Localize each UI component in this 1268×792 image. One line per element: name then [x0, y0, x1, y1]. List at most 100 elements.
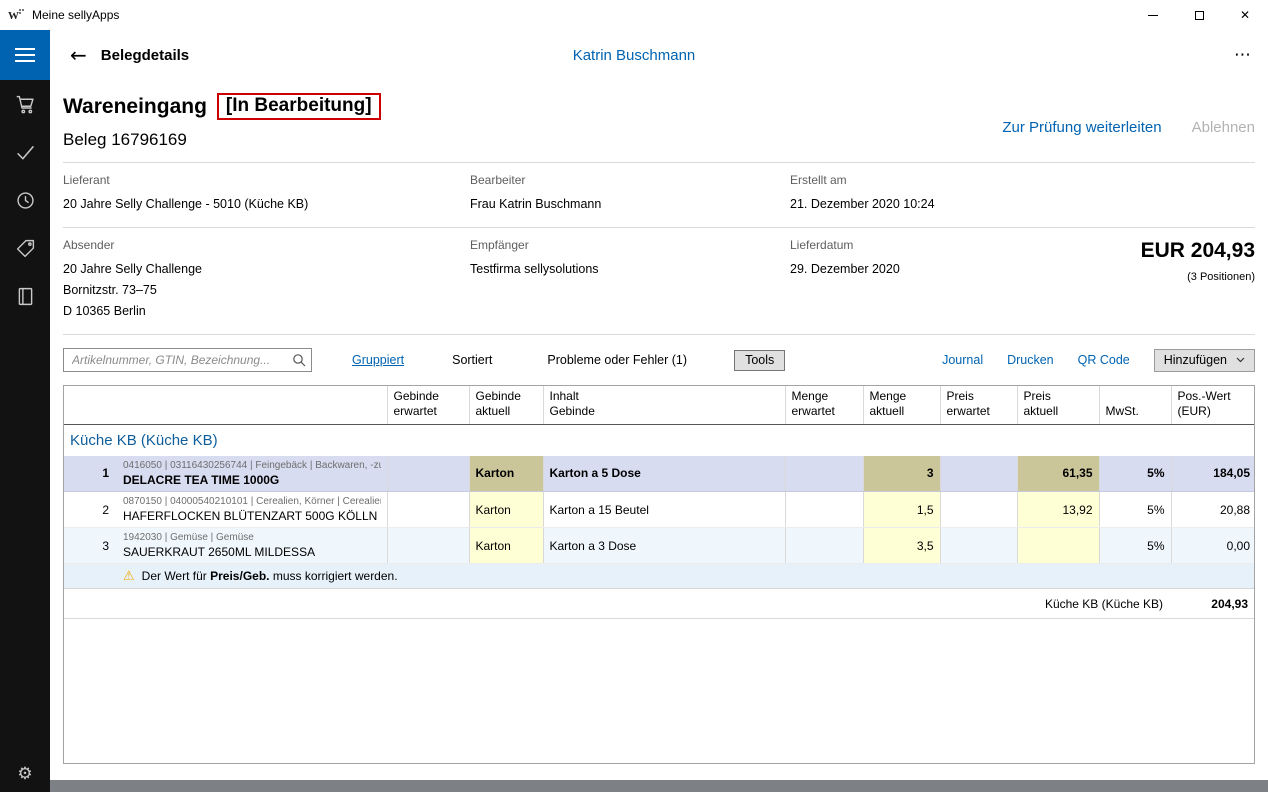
bearbeiter-value: Frau Katrin Buschmann — [470, 194, 790, 215]
group-header-row: Küche KB (Küche KB) — [64, 425, 1255, 456]
reject-button[interactable]: Ablehnen — [1192, 119, 1255, 150]
cell-inhalt-gebinde: Karton a 5 Dose — [543, 456, 785, 492]
empfaenger-value: Testfirma sellysolutions — [470, 259, 790, 280]
cell-mwst: 5% — [1099, 528, 1171, 564]
items-table-frame: Gebindeerwartet Gebindeaktuell InhaltGeb… — [63, 385, 1255, 764]
col-preis-aktuell: Preisaktuell — [1017, 386, 1099, 425]
cell-gebinde-erwartet — [387, 492, 469, 528]
cell-menge-erwartet — [785, 492, 863, 528]
settings-gear-icon[interactable]: ⚙ — [0, 764, 50, 784]
cell-preis-aktuell[interactable]: 61,35 — [1017, 456, 1099, 492]
cell-article: 0416050 | 03116430256744 | Feingebäck | … — [117, 456, 387, 492]
cell-menge-aktuell[interactable]: 1,5 — [863, 492, 940, 528]
absender-value: 20 Jahre Selly Challenge Bornitzstr. 73–… — [63, 259, 470, 322]
table-header-row: Gebindeerwartet Gebindeaktuell InhaltGeb… — [64, 386, 1255, 425]
cell-mwst: 5% — [1099, 456, 1171, 492]
search-icon — [292, 353, 306, 367]
cell-preis-aktuell[interactable] — [1017, 528, 1099, 564]
search-input[interactable] — [63, 348, 312, 372]
journal-link[interactable]: Journal — [942, 353, 983, 367]
warning-row: ⚠Der Wert für Preis/Geb. muss korrigiert… — [64, 564, 1255, 589]
close-icon: ✕ — [1240, 8, 1250, 22]
sortiert-toggle[interactable]: Sortiert — [452, 353, 492, 367]
col-row-number — [64, 386, 117, 425]
main-content: Wareneingang [In Bearbeitung] Beleg 1679… — [50, 80, 1268, 780]
window-title: Meine sellyApps — [32, 8, 119, 22]
cell-menge-erwartet — [785, 456, 863, 492]
warning-icon: ⚠ — [123, 569, 135, 584]
search-box — [63, 348, 312, 372]
navigation-sidebar: ⚙ — [0, 80, 50, 792]
cell-preis-aktuell[interactable]: 13,92 — [1017, 492, 1099, 528]
cell-row-number: 2 — [64, 492, 117, 528]
tools-button[interactable]: Tools — [734, 350, 785, 371]
absender-label: Absender — [63, 238, 470, 252]
minimize-button[interactable] — [1130, 0, 1176, 30]
maximize-icon — [1195, 11, 1204, 20]
clock-icon[interactable] — [15, 190, 36, 211]
cell-preis-erwartet — [940, 492, 1017, 528]
gruppiert-toggle[interactable]: Gruppiert — [352, 353, 404, 367]
qr-code-link[interactable]: QR Code — [1078, 353, 1130, 367]
cell-row-number: 3 — [64, 528, 117, 564]
erstellt-am-label: Erstellt am — [790, 173, 1075, 187]
items-table: Gebindeerwartet Gebindeaktuell InhaltGeb… — [64, 386, 1255, 619]
current-user[interactable]: Katrin Buschmann — [0, 47, 1268, 64]
col-mwst: MwSt. — [1099, 386, 1171, 425]
cell-gebinde-aktuell[interactable]: Karton — [469, 528, 543, 564]
col-inhalt-gebinde: InhaltGebinde — [543, 386, 785, 425]
cell-row-number: 1 — [64, 456, 117, 492]
cell-inhalt-gebinde: Karton a 3 Dose — [543, 528, 785, 564]
empfaenger-label: Empfänger — [470, 238, 790, 252]
cell-article: 1942030 | Gemüse | Gemüse SAUERKRAUT 265… — [117, 528, 387, 564]
lieferant-label: Lieferant — [63, 173, 470, 187]
cell-gebinde-aktuell[interactable]: Karton — [469, 492, 543, 528]
items-toolbar: Gruppiert Sortiert Probleme oder Fehler … — [63, 348, 1255, 372]
chevron-down-icon — [1236, 357, 1245, 363]
minimize-icon — [1148, 15, 1158, 16]
close-button[interactable]: ✕ — [1222, 0, 1268, 30]
hinzufuegen-button[interactable]: Hinzufügen — [1154, 349, 1255, 372]
lieferdatum-value: 29. Dezember 2020 — [790, 259, 1075, 280]
probleme-filter[interactable]: Probleme oder Fehler (1) — [547, 353, 687, 367]
group-footer-row: Küche KB (Küche KB) 204,93 — [64, 589, 1255, 619]
hamburger-menu-button[interactable] — [0, 30, 50, 80]
cell-menge-aktuell[interactable]: 3 — [863, 456, 940, 492]
forward-for-review-button[interactable]: Zur Prüfung weiterleiten — [1002, 119, 1161, 150]
cell-gebinde-erwartet — [387, 528, 469, 564]
warning-spacer — [64, 564, 117, 589]
back-button[interactable]: ← — [70, 45, 87, 65]
more-options-button[interactable]: ⋯ — [1234, 45, 1252, 65]
info-row-2: Absender 20 Jahre Selly Challenge Bornit… — [63, 228, 1255, 335]
cell-menge-aktuell[interactable]: 3,5 — [863, 528, 940, 564]
group-footer-label: Küche KB (Küche KB) — [64, 589, 1171, 619]
table-row[interactable]: 1 0416050 | 03116430256744 | Feingebäck … — [64, 456, 1255, 492]
table-row[interactable]: 3 1942030 | Gemüse | Gemüse SAUERKRAUT 2… — [64, 528, 1255, 564]
window-titlebar: W Meine sellyApps ✕ — [0, 0, 1268, 30]
journal-icon[interactable] — [15, 286, 36, 307]
svg-text:W: W — [8, 10, 19, 22]
cell-gebinde-erwartet — [387, 456, 469, 492]
group-header-label: Küche KB (Küche KB) — [64, 425, 1255, 456]
info-row-1: Lieferant 20 Jahre Selly Challenge - 501… — [63, 163, 1255, 228]
cell-preis-erwartet — [940, 528, 1017, 564]
total-amount: EUR 204,93 — [1075, 239, 1255, 263]
cell-gebinde-aktuell[interactable]: Karton — [469, 456, 543, 492]
col-article — [117, 386, 387, 425]
check-icon[interactable] — [15, 142, 36, 163]
hamburger-icon — [15, 48, 35, 50]
app-logo-icon: W — [8, 7, 24, 23]
col-menge-aktuell: Mengeaktuell — [863, 386, 940, 425]
col-gebinde-erwartet: Gebindeerwartet — [387, 386, 469, 425]
lieferant-value: 20 Jahre Selly Challenge - 5010 (Küche K… — [63, 194, 470, 215]
table-row[interactable]: 2 0870150 | 04000540210101 | Cerealien, … — [64, 492, 1255, 528]
position-count: (3 Positionen) — [1075, 271, 1255, 283]
cart-icon[interactable] — [15, 94, 36, 115]
group-footer-total: 204,93 — [1171, 589, 1255, 619]
erstellt-am-value: 21. Dezember 2020 10:24 — [790, 194, 1075, 215]
tag-icon[interactable] — [15, 238, 36, 259]
maximize-button[interactable] — [1176, 0, 1222, 30]
lieferdatum-label: Lieferdatum — [790, 238, 1075, 252]
drucken-link[interactable]: Drucken — [1007, 353, 1054, 367]
cell-menge-erwartet — [785, 528, 863, 564]
